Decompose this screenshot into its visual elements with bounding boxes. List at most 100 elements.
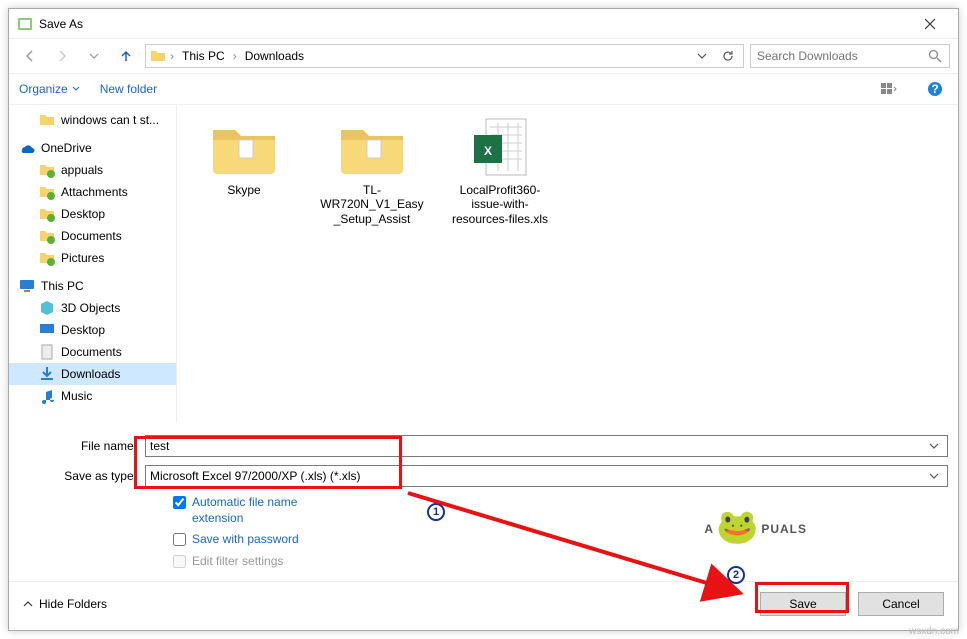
hide-folders-button[interactable]: Hide Folders	[23, 597, 107, 611]
saveastype-combo[interactable]: Microsoft Excel 97/2000/XP (.xls) (*.xls…	[145, 465, 948, 487]
folder-sync-icon	[39, 206, 55, 222]
saveastype-value: Microsoft Excel 97/2000/XP (.xls) (*.xls…	[150, 469, 925, 483]
svg-text:?: ?	[931, 82, 938, 96]
form-area: File name: Save as type: Microsoft Excel…	[9, 423, 958, 575]
check-save-password[interactable]: Save with password	[19, 532, 948, 548]
file-item-folder[interactable]: TL-WR720N_V1_Easy_Setup_Assist	[317, 117, 427, 226]
nav-back-button[interactable]	[17, 44, 43, 68]
tree-item-music[interactable]: Music	[9, 385, 176, 407]
cancel-label: Cancel	[882, 597, 919, 611]
filename-combo[interactable]	[145, 435, 948, 457]
chevron-right-icon: ›	[170, 49, 174, 63]
tree-item-onedrive-child[interactable]: Desktop	[9, 203, 176, 225]
tree-item-desktop[interactable]: Desktop	[9, 319, 176, 341]
titlebar: Save As	[9, 9, 958, 39]
tree-label: Desktop	[61, 323, 105, 337]
3d-icon	[39, 300, 55, 316]
file-caption: TL-WR720N_V1_Easy_Setup_Assist	[317, 183, 427, 226]
close-button[interactable]	[910, 10, 950, 38]
nav-forward-button[interactable]	[49, 44, 75, 68]
saveastype-label: Save as type:	[19, 469, 139, 483]
file-list[interactable]: Skype TL-WR720N_V1_Easy_Setup_Assist X L…	[177, 105, 958, 423]
folder-sync-icon	[39, 250, 55, 266]
tree-item-onedrive-child[interactable]: Pictures	[9, 247, 176, 269]
check-label[interactable]: Save with password	[192, 532, 299, 548]
refresh-button[interactable]	[717, 45, 739, 67]
downloads-icon	[39, 366, 55, 382]
tree-label: OneDrive	[41, 141, 92, 155]
button-row: Hide Folders Save Cancel	[9, 581, 958, 625]
file-caption: LocalProfit360-issue-with-resources-file…	[445, 183, 555, 226]
tree-label: windows can t st...	[61, 113, 159, 127]
hide-folders-label: Hide Folders	[39, 597, 107, 611]
breadcrumb-downloads[interactable]: Downloads	[241, 49, 308, 63]
nav-history-button[interactable]	[81, 44, 107, 68]
tree-label: Downloads	[61, 367, 120, 381]
address-bar[interactable]: › This PC › Downloads	[145, 44, 744, 68]
file-item-folder[interactable]: Skype	[189, 117, 299, 197]
tree-label: This PC	[41, 279, 84, 293]
view-menu-button[interactable]	[876, 77, 902, 101]
chevron-down-icon[interactable]	[925, 437, 943, 455]
nav-tree: windows can t st... OneDrive appuals Att…	[9, 105, 177, 423]
file-item-xls[interactable]: X LocalProfit360-issue-with-resources-fi…	[445, 117, 555, 226]
tree-label: appuals	[61, 163, 103, 177]
check-edit-filter: Edit filter settings	[19, 554, 948, 570]
tree-item-onedrive-child[interactable]: Attachments	[9, 181, 176, 203]
cancel-button[interactable]: Cancel	[858, 592, 944, 616]
folder-sync-icon	[39, 184, 55, 200]
new-folder-button[interactable]: New folder	[100, 82, 157, 96]
breadcrumb-thispc[interactable]: This PC	[178, 49, 229, 63]
new-folder-label: New folder	[100, 82, 157, 96]
tree-label: Music	[61, 389, 92, 403]
breadcrumb-label: Downloads	[245, 49, 304, 63]
excel-file-icon: X	[460, 117, 540, 179]
save-label: Save	[789, 597, 816, 611]
nav-row: › This PC › Downloads	[9, 39, 958, 73]
nav-up-button[interactable]	[113, 44, 139, 68]
tree-item-downloads[interactable]: Downloads	[9, 363, 176, 385]
tree-label: Attachments	[61, 185, 128, 199]
toolbar: Organize New folder ?	[9, 73, 958, 105]
tree-item-3dobjects[interactable]: 3D Objects	[9, 297, 176, 319]
filename-label: File name:	[19, 439, 139, 453]
tree-label: 3D Objects	[61, 301, 120, 315]
folder-icon	[39, 112, 55, 128]
svg-text:X: X	[484, 144, 492, 158]
tree-item-documents[interactable]: Documents	[9, 341, 176, 363]
dialog-title: Save As	[39, 17, 910, 31]
tree-label: Documents	[61, 345, 122, 359]
check-auto-extension[interactable]: Automatic file name extension	[19, 495, 948, 526]
filename-input[interactable]	[150, 439, 925, 453]
search-box[interactable]	[750, 44, 950, 68]
tree-item-thispc[interactable]: This PC	[9, 275, 176, 297]
save-button[interactable]: Save	[760, 592, 846, 616]
check-label[interactable]: Automatic file name extension	[192, 495, 332, 526]
search-icon	[927, 48, 943, 64]
save-as-dialog: Save As › This PC › Downloa	[8, 8, 959, 631]
thispc-icon	[19, 278, 35, 294]
search-input[interactable]	[757, 49, 921, 63]
tree-item-onedrive[interactable]: OneDrive	[9, 137, 176, 159]
folder-icon	[150, 48, 166, 64]
main-area: windows can t st... OneDrive appuals Att…	[9, 105, 958, 423]
help-button[interactable]: ?	[922, 77, 948, 101]
tree-label: Desktop	[61, 207, 105, 221]
organize-menu[interactable]: Organize	[19, 82, 80, 96]
tree-label: Documents	[61, 229, 122, 243]
tree-item-onedrive-child[interactable]: appuals	[9, 159, 176, 181]
chevron-right-icon: ›	[233, 49, 237, 63]
desktop-icon	[39, 322, 55, 338]
tree-item-recent[interactable]: windows can t st...	[9, 109, 176, 131]
organize-label: Organize	[19, 82, 68, 96]
checkbox-save-password[interactable]	[173, 533, 186, 546]
checkbox-edit-filter	[173, 555, 186, 568]
folder-sync-icon	[39, 228, 55, 244]
breadcrumb-label: This PC	[182, 49, 225, 63]
checkbox-auto-extension[interactable]	[173, 496, 186, 509]
address-dropdown-button[interactable]	[691, 45, 713, 67]
chevron-down-icon[interactable]	[925, 467, 943, 485]
folder-large-icon	[332, 117, 412, 179]
file-caption: Skype	[227, 183, 260, 197]
tree-item-onedrive-child[interactable]: Documents	[9, 225, 176, 247]
